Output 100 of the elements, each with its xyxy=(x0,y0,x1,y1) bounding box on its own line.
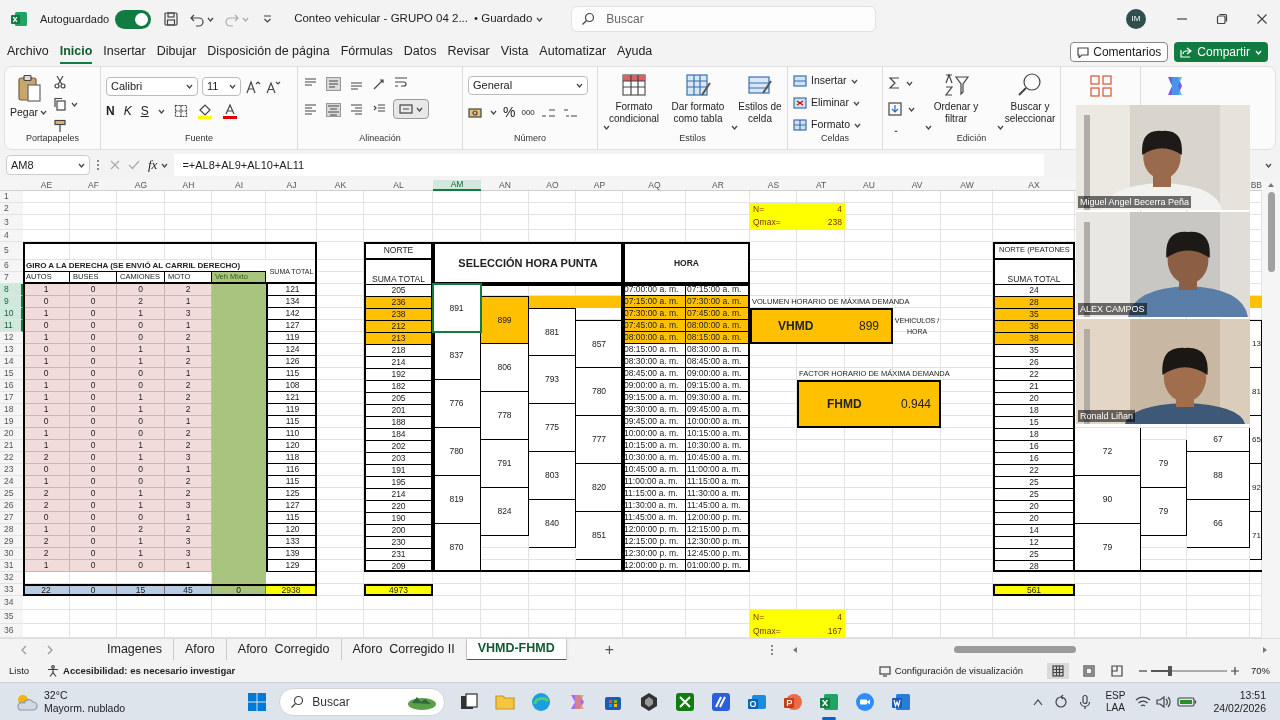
search-icon[interactable] xyxy=(581,12,596,26)
thousands-button[interactable]: 000 xyxy=(521,106,535,119)
find-select-button[interactable]: Buscar y seleccionar xyxy=(997,71,1060,132)
excel-logo-icon[interactable] xyxy=(10,10,28,28)
row-header[interactable]: 20 xyxy=(0,428,23,440)
cells-menu-button[interactable]: Insertar xyxy=(793,72,862,90)
maximize-icon[interactable] xyxy=(1216,13,1228,25)
row-header[interactable]: 9 xyxy=(0,296,23,308)
sum-icon[interactable] xyxy=(888,76,900,90)
scroll-thumb[interactable] xyxy=(1267,192,1275,272)
column-header[interactable]: AI xyxy=(212,180,266,191)
caret-icon[interactable] xyxy=(536,16,544,22)
column-header[interactable]: BB xyxy=(1250,180,1262,191)
column-header[interactable]: AS xyxy=(750,180,797,191)
font-name-select[interactable]: Calibri xyxy=(106,77,198,96)
fill-color-icon[interactable] xyxy=(196,103,213,119)
column-header[interactable]: AH xyxy=(165,180,212,191)
battery-icon[interactable] xyxy=(1177,695,1198,708)
caret-icon[interactable] xyxy=(576,83,583,88)
caret-icon[interactable] xyxy=(854,122,862,128)
column-header[interactable]: AR xyxy=(686,180,750,191)
column-header[interactable]: AN xyxy=(481,180,529,191)
column-header[interactable]: AU xyxy=(845,180,893,191)
keyboard-layout[interactable]: LAA xyxy=(1106,701,1125,714)
accessibility-button[interactable]: Accesibilidad: es necesario investigar xyxy=(47,663,236,679)
xbox-icon[interactable] xyxy=(674,690,697,713)
row-header[interactable]: 16 xyxy=(0,380,23,392)
zoom-in-icon[interactable] xyxy=(1231,667,1239,675)
zoom-slider[interactable] xyxy=(1151,665,1227,677)
column-header[interactable]: AX xyxy=(993,180,1075,191)
row-header[interactable]: 26 xyxy=(0,500,23,512)
caret-icon[interactable] xyxy=(731,125,738,130)
caret-icon[interactable] xyxy=(906,80,913,86)
caret-icon[interactable] xyxy=(603,125,610,130)
share-icon[interactable] xyxy=(1180,46,1193,58)
row-header[interactable]: 35 xyxy=(0,610,23,624)
cells-menu-button[interactable]: Formato xyxy=(793,116,862,132)
row-header[interactable]: 15 xyxy=(0,368,23,380)
view-settings-button[interactable]: Configuración de visualización xyxy=(878,663,1023,679)
fill-down-icon[interactable] xyxy=(888,102,902,116)
caret-icon[interactable] xyxy=(71,101,79,107)
clock-time[interactable]: 13:51 xyxy=(1239,688,1266,702)
percent-button[interactable]: % xyxy=(503,102,516,123)
add-ins-button[interactable] xyxy=(1088,73,1114,99)
row-header[interactable]: 36 xyxy=(0,624,23,638)
previous-sheet-icon[interactable] xyxy=(20,644,28,655)
caret-icon[interactable] xyxy=(186,84,193,89)
row-header[interactable]: 7 xyxy=(0,272,23,284)
row-header[interactable]: 1 xyxy=(0,191,23,203)
sheet-tab[interactable]: VHMD-FHMD xyxy=(466,638,567,661)
borders-icon[interactable] xyxy=(173,104,188,118)
copy-icon[interactable] xyxy=(53,97,68,111)
user-avatar[interactable]: IM xyxy=(1126,9,1146,29)
wifi-icon[interactable] xyxy=(1135,694,1152,709)
row-header[interactable]: 22 xyxy=(0,452,23,464)
orientation-icon[interactable] xyxy=(372,77,387,91)
row-header[interactable]: 17 xyxy=(0,392,23,404)
row-header[interactable]: 5 xyxy=(0,242,23,260)
row-header[interactable]: 23 xyxy=(0,464,23,476)
row-header[interactable]: 24 xyxy=(0,476,23,488)
column-header[interactable]: AK xyxy=(317,180,364,191)
caret-icon[interactable] xyxy=(925,125,932,130)
scroll-right-icon[interactable] xyxy=(1262,645,1268,654)
row-header[interactable]: 8 xyxy=(0,284,23,296)
column-header[interactable]: AT xyxy=(797,180,845,191)
menu-tab[interactable]: Ayuda xyxy=(617,40,653,64)
caret-icon[interactable] xyxy=(207,16,215,22)
row-header[interactable]: 27 xyxy=(0,512,23,524)
zoom-out-icon[interactable] xyxy=(1139,667,1147,675)
page-layout-icon[interactable] xyxy=(1083,665,1095,677)
more-icon[interactable] xyxy=(96,159,100,171)
shrink-font-icon[interactable] xyxy=(265,79,281,94)
row-header[interactable]: 11 xyxy=(0,320,23,332)
row-header[interactable]: 10 xyxy=(0,308,23,320)
align-right-icon[interactable] xyxy=(349,103,364,117)
name-box[interactable]: AM8 xyxy=(6,155,90,175)
cell-styles-button[interactable]: Estilos de celda xyxy=(731,71,787,130)
column-header[interactable]: AF xyxy=(70,180,117,191)
customize-icon[interactable] xyxy=(263,15,273,23)
share-button[interactable]: Compartir xyxy=(1174,42,1268,62)
caret-icon[interactable] xyxy=(157,108,165,114)
menu-tab[interactable]: Insertar xyxy=(103,40,146,64)
windows-start-icon[interactable] xyxy=(246,690,269,713)
row-header[interactable]: 12 xyxy=(0,332,23,344)
row-header[interactable]: 13 xyxy=(0,344,23,356)
caret-icon[interactable] xyxy=(850,78,858,84)
column-header[interactable]: AE xyxy=(23,180,70,191)
column-header[interactable]: AG xyxy=(117,180,165,191)
menu-tab[interactable]: Inicio xyxy=(59,40,93,64)
menu-tab[interactable]: Dibujar xyxy=(156,40,197,64)
expand-icon[interactable] xyxy=(1265,162,1272,168)
caret-icon[interactable] xyxy=(229,84,236,89)
row-header[interactable]: 30 xyxy=(0,548,23,560)
underline-button[interactable]: S xyxy=(140,102,149,120)
currency-icon[interactable] xyxy=(468,105,484,120)
row-header[interactable]: 31 xyxy=(0,560,23,572)
clock-date[interactable]: 24/02/2026 xyxy=(1213,701,1266,715)
normal-view-icon[interactable] xyxy=(1052,665,1064,677)
autosave-toggle[interactable] xyxy=(115,9,152,29)
column-header[interactable]: AV xyxy=(893,180,941,191)
